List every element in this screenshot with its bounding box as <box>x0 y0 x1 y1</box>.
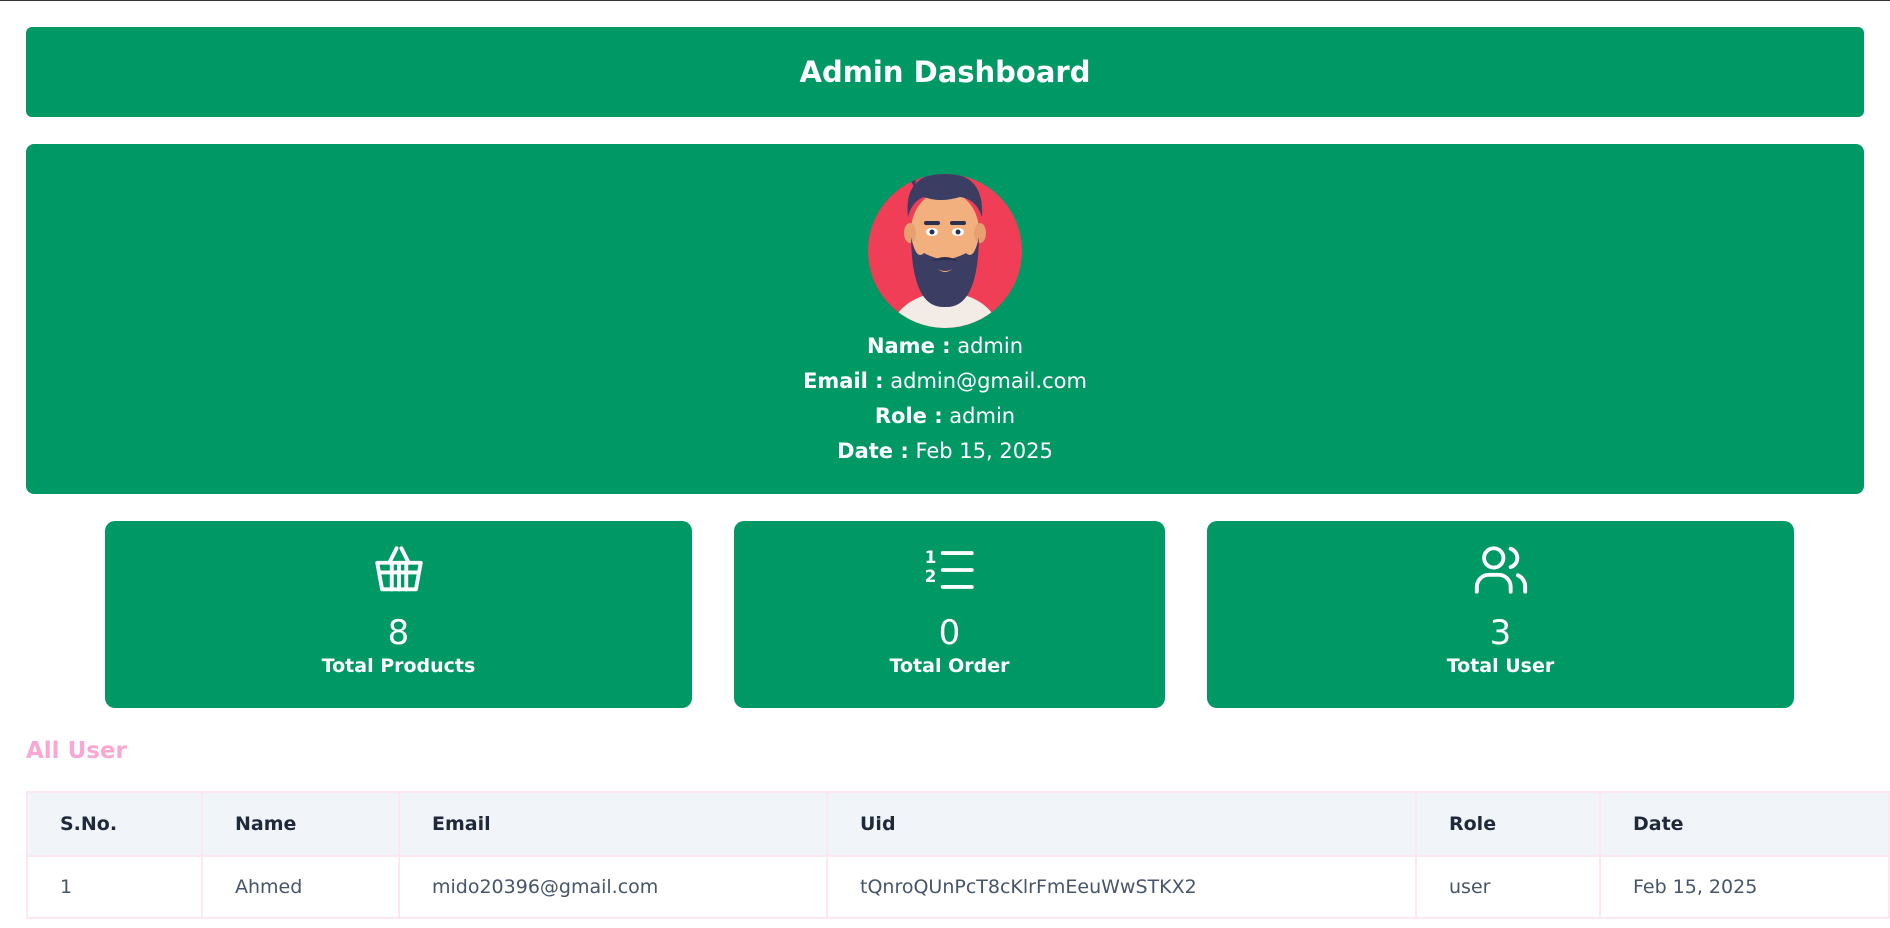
role-label: Role : <box>874 404 943 428</box>
profile-email-row: Email : admin@gmail.com <box>803 364 1087 399</box>
stat-label: Total User <box>1446 655 1555 677</box>
users-table: S.No. Name Email Uid Role Date 1 Ahmed m… <box>26 791 1890 919</box>
column-header: Uid <box>826 791 1417 857</box>
column-header: Name <box>201 791 400 857</box>
users-icon <box>1474 546 1527 594</box>
profile-name-row: Name : admin <box>803 329 1087 364</box>
stat-value: 3 <box>1489 613 1512 653</box>
name-label: Name : <box>866 334 951 358</box>
table-cell: tQnroQUnPcT8cKlrFmEeuWwSTKX2 <box>826 855 1417 919</box>
table-cell: 1 <box>26 855 203 919</box>
table-cell: Ahmed <box>201 855 400 919</box>
date-label: Date : <box>837 439 909 463</box>
column-header: Date <box>1599 791 1890 857</box>
table-cell: mido20396@gmail.com <box>398 855 828 919</box>
column-header: S.No. <box>26 791 203 857</box>
stat-label: Total Products <box>321 655 476 677</box>
page-title: Admin Dashboard <box>799 55 1091 89</box>
table-cell: Feb 15, 2025 <box>1599 855 1890 919</box>
stat-label: Total Order <box>889 655 1010 677</box>
page: Admin Dashboard Name: admin Email: adm… <box>0 1 1890 919</box>
stat-value: 8 <box>387 613 410 653</box>
header-bar: Admin Dashboard <box>26 27 1864 117</box>
avatar <box>868 174 1022 328</box>
svg-text:2: 2 <box>924 566 936 586</box>
all-users-title: All User <box>26 738 127 764</box>
numbered-list-icon: 1 2 <box>924 547 974 589</box>
stat-card-users: 3 Total User <box>1207 521 1794 708</box>
role-value: admin <box>949 404 1016 428</box>
profile-role-row: Role : admin <box>803 399 1087 434</box>
email-value: admin@gmail.com <box>890 369 1087 393</box>
email-label: Email : <box>803 369 884 393</box>
stats-row: 8 Total Products 1 2 0 Total Order 3 Tot… <box>26 521 1864 708</box>
table-header-row: S.No. Name Email Uid Role Date <box>26 791 1890 857</box>
profile-date-row: Date : Feb 15, 2025 <box>803 434 1087 469</box>
stat-card-products: 8 Total Products <box>105 521 692 708</box>
stat-value: 0 <box>938 613 961 653</box>
column-header: Role <box>1415 791 1601 857</box>
svg-text:1: 1 <box>924 547 936 567</box>
name-value: admin <box>957 334 1024 358</box>
table-cell: user <box>1415 855 1601 919</box>
table-row: 1 Ahmed mido20396@gmail.com tQnroQUnPcT8… <box>26 855 1890 919</box>
column-header: Email <box>398 791 828 857</box>
stat-card-orders: 1 2 0 Total Order <box>734 521 1165 708</box>
profile-card: Name : admin Email : admin@gmail.com Rol… <box>26 144 1864 494</box>
profile-info: Name : admin Email : admin@gmail.com Rol… <box>803 329 1087 469</box>
basket-icon <box>374 546 423 592</box>
date-value: Feb 15, 2025 <box>915 439 1053 463</box>
